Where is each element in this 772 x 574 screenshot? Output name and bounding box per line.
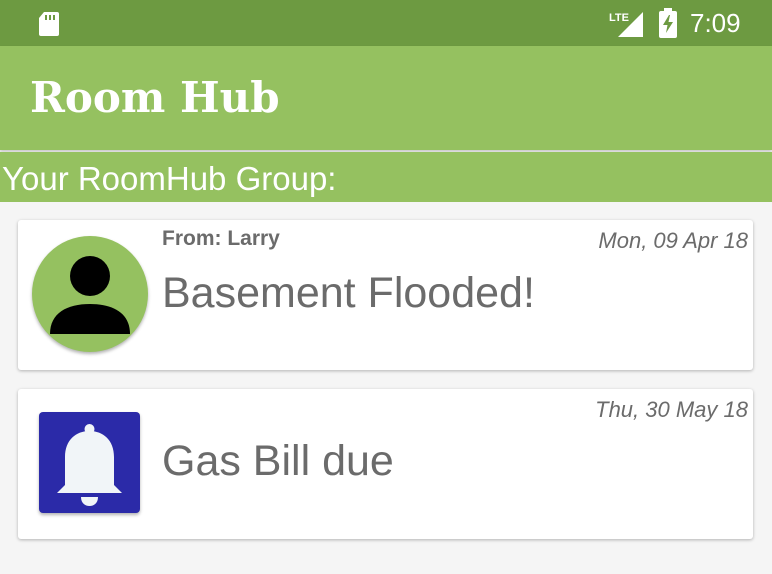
message-subject: Basement Flooded! <box>162 269 535 317</box>
message-sender: From: Larry <box>162 227 280 250</box>
app-bar: Room Hub <box>0 46 772 150</box>
app-title: Room Hub <box>30 73 280 122</box>
svg-text:LTE: LTE <box>609 12 629 24</box>
sd-card-icon <box>39 12 59 36</box>
battery-charging-icon <box>659 8 677 38</box>
message-date: Thu, 30 May 18 <box>595 397 748 422</box>
message-card-basement-flooded[interactable]: From: Larry Mon, 09 Apr 18 Basement Floo… <box>18 220 753 370</box>
person-avatar-icon <box>32 236 148 352</box>
bell-icon <box>39 412 140 513</box>
message-subject: Gas Bill due <box>162 437 394 485</box>
group-header-label: Your RoomHub Group: <box>2 160 337 197</box>
group-header: Your RoomHub Group: <box>0 152 772 202</box>
message-date: Mon, 09 Apr 18 <box>598 228 748 253</box>
message-card-gas-bill[interactable]: Thu, 30 May 18 Gas Bill due <box>18 389 753 539</box>
status-bar: LTE 7:09 <box>0 0 772 46</box>
clock: 7:09 <box>690 8 741 38</box>
lte-signal-icon: LTE <box>609 12 643 37</box>
